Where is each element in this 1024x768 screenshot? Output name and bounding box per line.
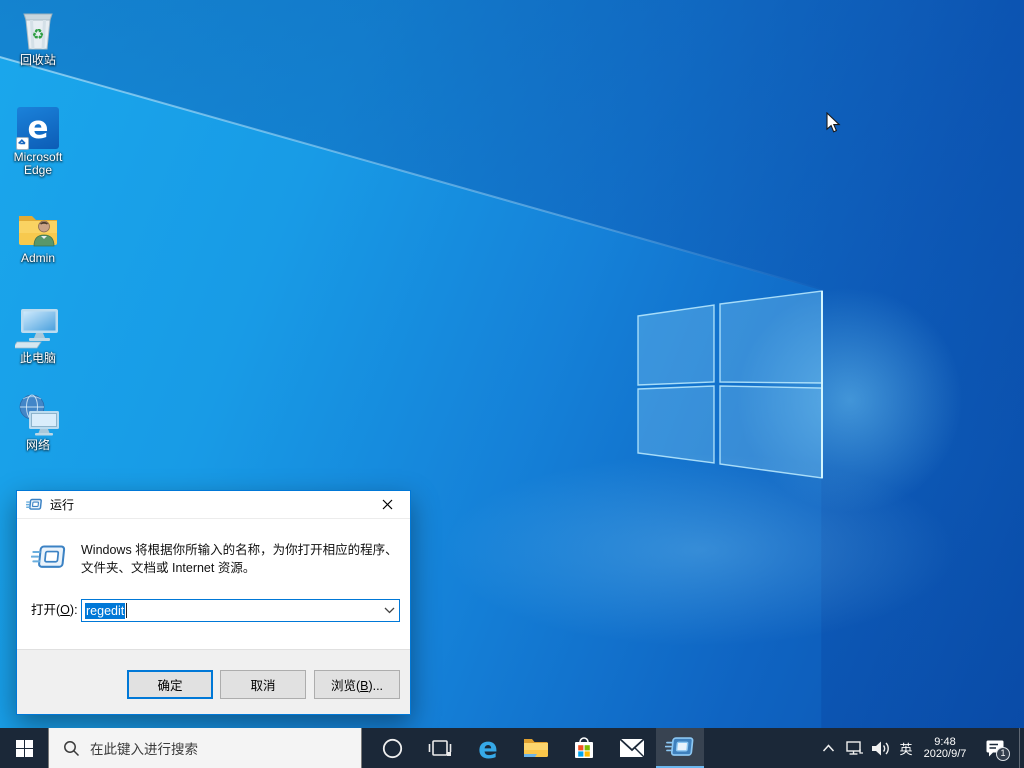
combobox-dropdown-button[interactable] — [380, 600, 399, 621]
svg-text:♻: ♻ — [32, 26, 45, 42]
windows-start-icon — [15, 739, 33, 757]
show-desktop-button[interactable] — [1019, 728, 1024, 768]
run-icon — [665, 736, 694, 756]
desktop-icon-label: Admin — [20, 251, 55, 265]
taskbar-search-box[interactable]: 在此键入进行搜索 — [48, 728, 362, 768]
desktop-icon-admin[interactable]: Admin — [5, 204, 71, 265]
notification-badge: 1 — [996, 747, 1010, 761]
task-view-button[interactable] — [416, 728, 464, 768]
run-dialog-titlebar[interactable]: 运行 — [17, 491, 410, 519]
text-caret — [126, 603, 128, 618]
desktop-icon-microsoft-edge[interactable]: e Microsoft Edge — [5, 103, 71, 177]
clock-date: 2020/9/7 — [923, 748, 967, 760]
ok-button[interactable]: 确定 — [127, 670, 213, 699]
windows-logo-watermark — [637, 290, 823, 479]
hidden-icons-button[interactable] — [815, 728, 841, 768]
shortcut-arrow-icon — [16, 137, 29, 150]
close-button[interactable] — [365, 491, 410, 518]
search-placeholder: 在此键入进行搜索 — [90, 742, 198, 757]
file-explorer-icon — [524, 739, 548, 757]
desktop-icon-this-pc[interactable]: 此电脑 — [5, 304, 71, 365]
ime-indicator[interactable]: 英 — [893, 728, 919, 768]
action-center-button[interactable]: 1 — [971, 728, 1019, 768]
recycle-bin-icon: ♻ — [23, 13, 53, 50]
run-dialog-body: Windows 将根据你所输入的名称，为你打开相应的程序、文件夹、文档或 Int… — [17, 519, 410, 649]
browse-button[interactable]: 浏览(B)... — [314, 670, 400, 699]
search-icon — [63, 740, 80, 757]
start-button[interactable] — [0, 728, 48, 768]
taskbar-store-button[interactable] — [560, 728, 608, 768]
cortana-icon — [382, 738, 402, 758]
desktop-icon-label: 回收站 — [19, 53, 56, 67]
taskbar-file-explorer-button[interactable] — [512, 728, 560, 768]
network-globe-icon — [19, 394, 59, 436]
ethernet-network-icon — [845, 740, 863, 755]
run-dialog-footer: 确定 取消 浏览(B)... — [17, 649, 410, 714]
volume-tray-button[interactable] — [867, 728, 893, 768]
desktop-icon-label: 网络 — [25, 438, 50, 452]
taskbar-run-button-active[interactable] — [656, 728, 704, 768]
user-folder-icon — [19, 216, 57, 247]
taskbar-edge-button[interactable]: e — [464, 728, 512, 768]
system-tray: 英 9:48 2020/9/7 1 — [815, 728, 1024, 768]
dialog-title: 运行 — [50, 498, 75, 512]
mail-icon — [619, 738, 645, 758]
run-icon-small — [26, 498, 43, 512]
desktop-icon-recycle-bin[interactable]: ♻ 回收站 — [5, 6, 71, 67]
taskbar-empty-area — [704, 728, 815, 768]
computer-icon — [15, 309, 58, 349]
open-label: 打开(O): — [31, 603, 78, 617]
run-dialog: 运行 Windows 将根据你所输入的名称，为你打开相应的程序、文件夹、文档或 … — [16, 490, 411, 715]
taskbar-clock[interactable]: 9:48 2020/9/7 — [919, 728, 971, 768]
edge-icon: e — [478, 730, 498, 765]
microsoft-store-icon — [575, 737, 593, 758]
run-description: Windows 将根据你所输入的名称，为你打开相应的程序、文件夹、文档或 Int… — [81, 543, 398, 575]
cortana-button[interactable] — [368, 728, 416, 768]
taskbar-mail-button[interactable] — [608, 728, 656, 768]
task-view-icon — [428, 740, 452, 756]
taskbar: 在此键入进行搜索 e 英 9:48 2020/9/7 1 — [0, 728, 1024, 768]
cancel-button[interactable]: 取消 — [220, 670, 306, 699]
chevron-down-icon — [384, 607, 395, 614]
mouse-cursor — [826, 112, 841, 133]
chevron-up-icon — [822, 744, 834, 752]
volume-icon — [872, 741, 889, 755]
combobox-text-selected: regedit — [85, 602, 126, 619]
desktop-icon-label: 此电脑 — [19, 351, 56, 365]
open-combobox[interactable]: regedit — [81, 599, 400, 622]
desktop-icon-network[interactable]: 网络 — [5, 391, 71, 452]
windows-desktop: ♻ 回收站 e Microsoft Edge Admin 此电脑 网络 运行 W… — [0, 0, 1024, 768]
desktop-icon-label: Microsoft Edge — [13, 150, 63, 177]
network-tray-button[interactable] — [841, 728, 867, 768]
clock-time: 9:48 — [934, 735, 956, 748]
run-icon — [31, 545, 66, 568]
edge-icon: e — [16, 107, 59, 150]
close-icon — [382, 499, 393, 510]
